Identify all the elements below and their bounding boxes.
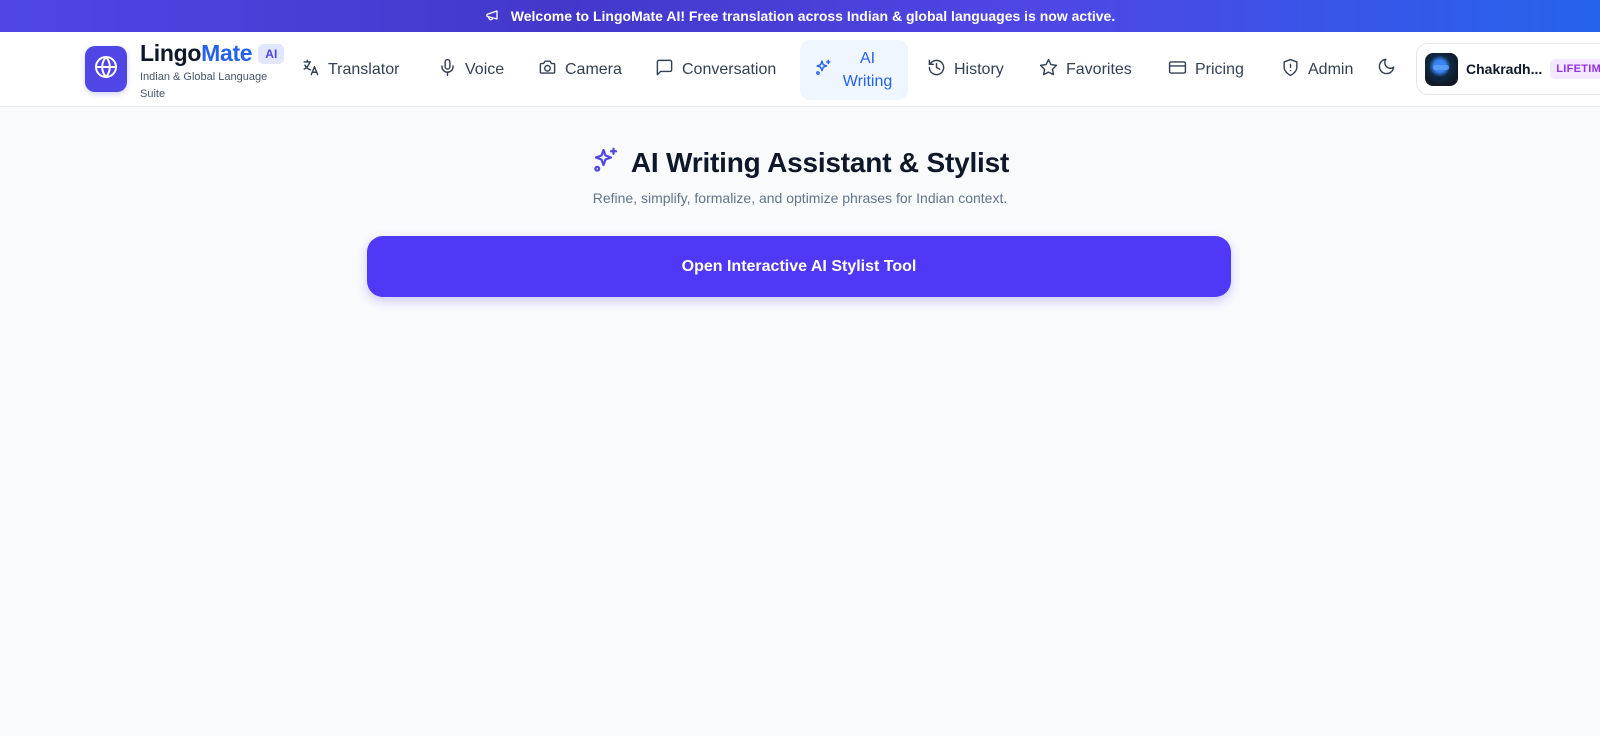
- nav-label: Admin: [1308, 61, 1354, 78]
- theme-toggle-button[interactable]: [1375, 58, 1397, 80]
- user-profile-chip[interactable]: Chakradh... LIFETIME: [1416, 43, 1600, 95]
- app-logo[interactable]: [85, 46, 127, 92]
- microphone-icon: [438, 58, 457, 82]
- nav-label: Pricing: [1195, 61, 1244, 78]
- nav-label: History: [954, 61, 1004, 78]
- banner-text: Welcome to LingoMate AI! Free translatio…: [510, 8, 1116, 24]
- page-subtitle: Refine, simplify, formalize, and optimiz…: [592, 190, 1008, 206]
- avatar: [1425, 52, 1458, 86]
- nav-item-camera[interactable]: Camera: [538, 40, 622, 100]
- shield-icon: [1281, 58, 1300, 82]
- globe-icon: [94, 55, 118, 84]
- nav-item-ai-writing[interactable]: AI Writing: [800, 40, 908, 100]
- history-icon: [927, 58, 946, 82]
- user-name: Chakradh...: [1466, 61, 1543, 77]
- chat-bubble-icon: [655, 58, 674, 82]
- open-ai-stylist-button[interactable]: Open Interactive AI Stylist Tool: [367, 236, 1231, 297]
- sparkles-icon: [591, 145, 621, 180]
- page-title-text: AI Writing Assistant & Stylist: [630, 146, 1010, 178]
- translate-icon: [301, 58, 320, 82]
- announcement-banner: Welcome to LingoMate AI! Free translatio…: [0, 0, 1600, 32]
- brand-name: LingoMate: [140, 40, 253, 66]
- camera-icon: [538, 58, 557, 82]
- top-navbar: LingoMate AI Indian & Global Language Su…: [0, 32, 1600, 107]
- nav-label: Conversation: [682, 61, 777, 78]
- ai-badge: AI: [258, 43, 285, 64]
- nav-item-pricing[interactable]: Pricing: [1168, 40, 1244, 100]
- nav-label: Translator: [328, 61, 400, 78]
- brand-subtitle: Indian & Global Language Suite: [140, 71, 268, 100]
- nav-label: AI Writing: [842, 50, 893, 90]
- page-title: AI Writing Assistant & Stylist: [0, 145, 1600, 180]
- nav-item-translator[interactable]: Translator: [301, 40, 399, 100]
- nav-item-voice[interactable]: Voice: [438, 40, 504, 100]
- nav-item-favorites[interactable]: Favorites: [1039, 40, 1132, 100]
- credit-card-icon: [1168, 58, 1187, 82]
- nav-item-conversation[interactable]: Conversation: [655, 40, 776, 100]
- nav-label: Favorites: [1066, 61, 1132, 78]
- nav-item-admin[interactable]: Admin: [1281, 40, 1353, 100]
- moon-icon: [1377, 57, 1396, 81]
- nav-label: Camera: [565, 61, 622, 78]
- megaphone-icon: [485, 7, 501, 26]
- sparkles-icon: [814, 58, 833, 82]
- nav-item-history[interactable]: History: [927, 40, 1004, 100]
- plan-badge: LIFETIME: [1550, 59, 1600, 79]
- nav-label: Voice: [465, 61, 505, 78]
- brand: LingoMate AI Indian & Global Language Su…: [140, 40, 285, 103]
- star-icon: [1039, 58, 1058, 82]
